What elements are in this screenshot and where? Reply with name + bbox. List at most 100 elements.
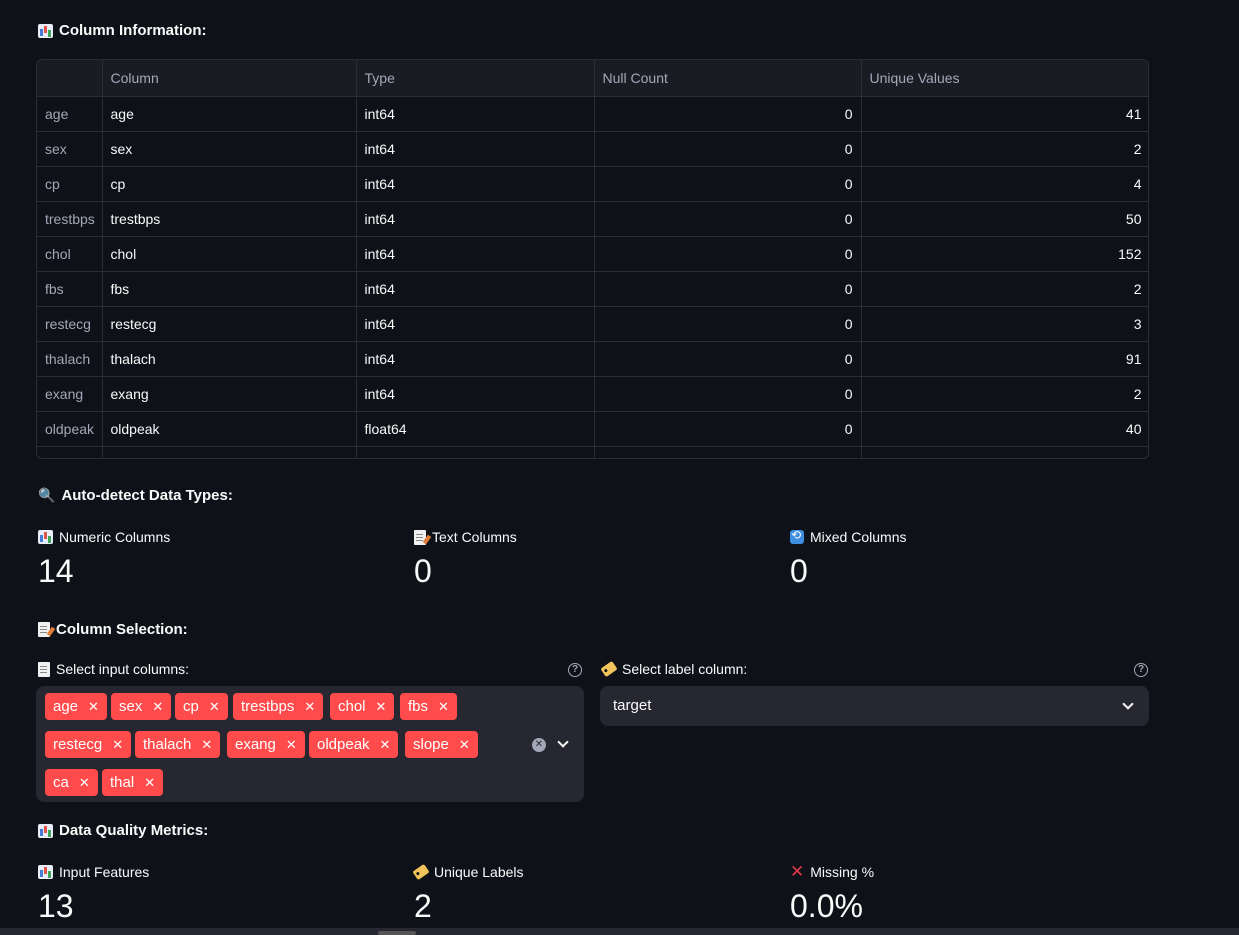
row-index: trestbps: [37, 201, 103, 237]
label-column-label-text: Select label column:: [622, 661, 748, 677]
table-header-index[interactable]: [37, 60, 103, 97]
chip-thal[interactable]: thal ✕: [102, 769, 164, 796]
remove-chip-icon[interactable]: ✕: [438, 699, 449, 715]
cell-unique-values[interactable]: 91: [861, 341, 1148, 377]
cell-unique-values[interactable]: 2: [861, 376, 1148, 412]
cell-column[interactable]: sex: [102, 131, 357, 167]
metric-value: 2: [414, 888, 432, 924]
cell-unique-values[interactable]: 3: [861, 306, 1148, 342]
remove-chip-icon[interactable]: ✕: [201, 737, 212, 753]
column-info-table[interactable]: Column Type Null Count Unique Values age…: [36, 59, 1149, 459]
partial-cell: [594, 446, 862, 458]
column-information-title: Column Information:: [59, 22, 207, 39]
scrollbar-thumb[interactable]: [378, 931, 416, 935]
metric-value: 13: [38, 888, 74, 924]
table-header-type[interactable]: Type: [356, 60, 595, 97]
cell-type[interactable]: int64: [356, 376, 595, 412]
cell-type[interactable]: int64: [356, 236, 595, 272]
remove-chip-icon[interactable]: ✕: [144, 775, 155, 791]
partial-cell: [102, 446, 357, 458]
cell-type[interactable]: float64: [356, 411, 595, 447]
cell-type[interactable]: int64: [356, 201, 595, 237]
cell-column[interactable]: restecg: [102, 306, 357, 342]
remove-chip-icon[interactable]: ✕: [152, 699, 163, 715]
cell-null-count[interactable]: 0: [594, 271, 862, 307]
cell-unique-values[interactable]: 2: [861, 131, 1148, 167]
column-selection-title: Column Selection:: [56, 621, 188, 638]
cell-column[interactable]: exang: [102, 376, 357, 412]
remove-chip-icon[interactable]: ✕: [304, 699, 315, 715]
remove-chip-icon[interactable]: ✕: [88, 699, 99, 715]
table-header-null-count[interactable]: Null Count: [594, 60, 862, 97]
cell-column[interactable]: age: [102, 96, 357, 132]
tag-emoji-icon: [412, 863, 430, 881]
label-column-help-icon[interactable]: ?: [1134, 663, 1148, 677]
chip-oldpeak[interactable]: oldpeak ✕: [309, 731, 399, 758]
cell-null-count[interactable]: 0: [594, 341, 862, 377]
cell-null-count[interactable]: 0: [594, 166, 862, 202]
metric-label: Input Features: [59, 864, 150, 880]
remove-chip-icon[interactable]: ✕: [286, 737, 297, 753]
cell-column[interactable]: chol: [102, 236, 357, 272]
chip-fbs[interactable]: fbs ✕: [400, 693, 457, 720]
chip-exang[interactable]: exang ✕: [227, 731, 305, 758]
chip-chol[interactable]: chol ✕: [330, 693, 395, 720]
cell-unique-values[interactable]: 4: [861, 166, 1148, 202]
cell-type[interactable]: int64: [356, 96, 595, 132]
remove-chip-icon[interactable]: ✕: [79, 775, 90, 791]
cell-type[interactable]: int64: [356, 271, 595, 307]
label-column-select[interactable]: target: [600, 686, 1149, 726]
clear-all-icon[interactable]: ✕: [532, 738, 546, 752]
cell-unique-values[interactable]: 50: [861, 201, 1148, 237]
input-columns-help-icon[interactable]: ?: [568, 663, 582, 677]
remove-chip-icon[interactable]: ✕: [209, 699, 220, 715]
cell-column[interactable]: thalach: [102, 341, 357, 377]
cell-null-count[interactable]: 0: [594, 96, 862, 132]
cell-type[interactable]: int64: [356, 341, 595, 377]
metric-label: Unique Labels: [434, 864, 524, 880]
cell-unique-values[interactable]: 41: [861, 96, 1148, 132]
cell-null-count[interactable]: 0: [594, 376, 862, 412]
horizontal-scrollbar[interactable]: [0, 928, 1239, 935]
cell-column[interactable]: fbs: [102, 271, 357, 307]
cell-unique-values[interactable]: 2: [861, 271, 1148, 307]
remove-chip-icon[interactable]: ✕: [376, 699, 387, 715]
metric-label-row: Input Features: [38, 864, 149, 880]
cell-null-count[interactable]: 0: [594, 411, 862, 447]
cell-column[interactable]: oldpeak: [102, 411, 357, 447]
chip-sex[interactable]: sex ✕: [111, 693, 172, 720]
partial-cell: [861, 446, 1148, 458]
row-index: exang: [37, 376, 103, 412]
cell-type[interactable]: int64: [356, 131, 595, 167]
remove-chip-icon[interactable]: ✕: [112, 737, 123, 753]
chip-cp[interactable]: cp ✕: [175, 693, 228, 720]
metric-mixed-columns: Mixed Columns 0: [790, 528, 906, 590]
cell-null-count[interactable]: 0: [594, 131, 862, 167]
table-header-unique-values[interactable]: Unique Values: [861, 60, 1148, 97]
cell-unique-values[interactable]: 152: [861, 236, 1148, 272]
cell-null-count[interactable]: 0: [594, 201, 862, 237]
chip-restecg[interactable]: restecg ✕: [45, 731, 132, 758]
cell-type[interactable]: int64: [356, 306, 595, 342]
chip-trestbps[interactable]: trestbps ✕: [233, 693, 324, 720]
chip-ca[interactable]: ca ✕: [45, 769, 98, 796]
cell-null-count[interactable]: 0: [594, 306, 862, 342]
chip-label: slope: [413, 736, 449, 753]
magnifier-emoji-icon: 🔍: [38, 487, 56, 503]
cell-column[interactable]: cp: [102, 166, 357, 202]
cell-null-count[interactable]: 0: [594, 236, 862, 272]
table-row: trestbps trestbps int64 0 50: [37, 201, 1148, 237]
cell-column[interactable]: trestbps: [102, 201, 357, 237]
chip-label: age: [53, 698, 79, 715]
chip-thalach[interactable]: thalach ✕: [135, 731, 221, 758]
row-index: age: [37, 96, 103, 132]
table-header-column[interactable]: Column: [102, 60, 357, 97]
row-index: fbs: [37, 271, 103, 307]
remove-chip-icon[interactable]: ✕: [380, 737, 391, 753]
remove-chip-icon[interactable]: ✕: [459, 737, 470, 753]
cell-type[interactable]: int64: [356, 166, 595, 202]
partial-cell: [356, 446, 595, 458]
chip-age[interactable]: age ✕: [45, 693, 107, 720]
chip-slope[interactable]: slope ✕: [405, 731, 478, 758]
cell-unique-values[interactable]: 40: [861, 411, 1148, 447]
